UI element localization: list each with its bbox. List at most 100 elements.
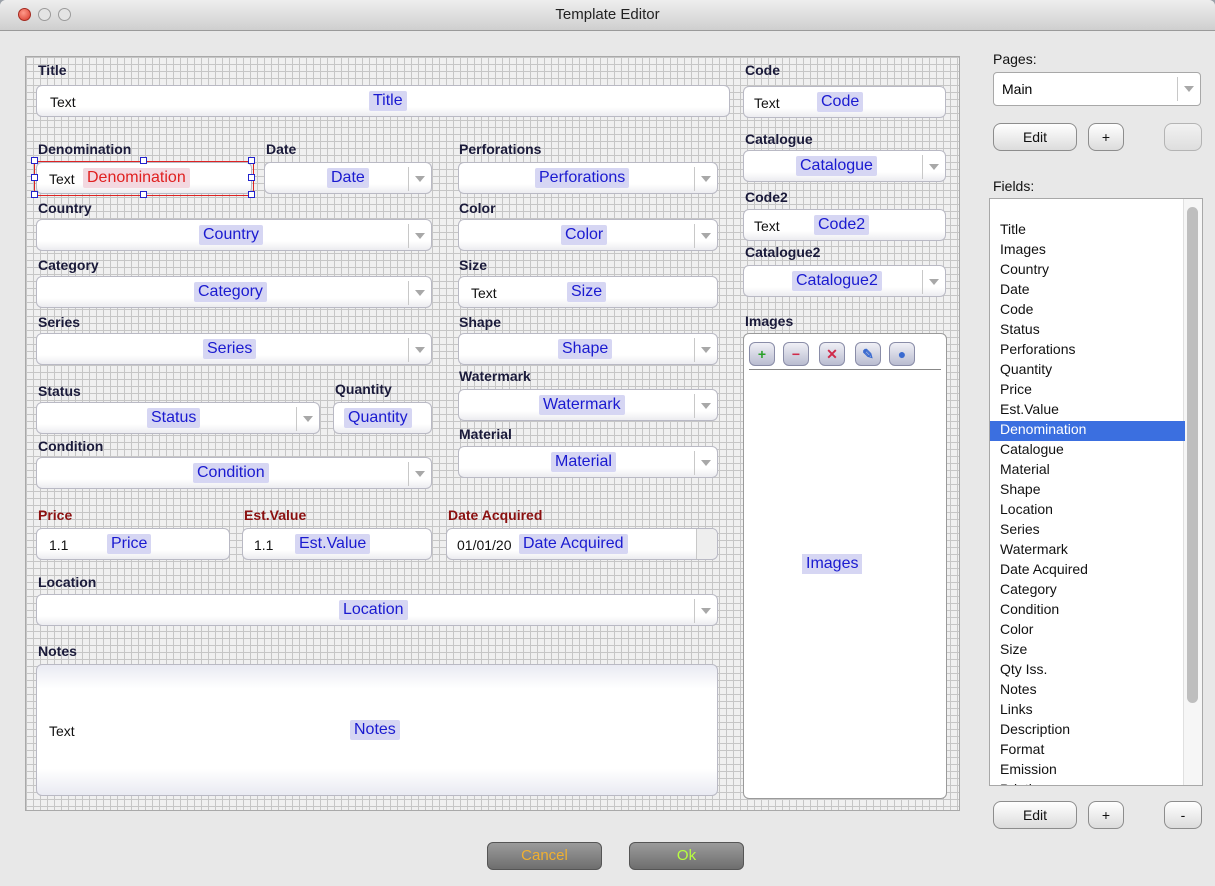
field-est-value[interactable]: 1.1 Est.Value xyxy=(242,528,432,560)
fields-list-item[interactable]: Links xyxy=(1000,701,1033,721)
resize-handle-tl[interactable] xyxy=(31,157,38,164)
resize-handle-bl[interactable] xyxy=(31,191,38,198)
field-material[interactable]: Material xyxy=(458,446,718,478)
delete-icon[interactable]: ✕ xyxy=(819,342,845,366)
label-perforations: Perforations xyxy=(459,141,542,157)
fields-list-item[interactable]: Status xyxy=(1000,321,1040,341)
resize-handle-br[interactable] xyxy=(248,191,255,198)
field-size[interactable]: Text Size xyxy=(458,276,718,308)
fields-list[interactable]: Title Images Country Date Code Status Perforat… xyxy=(989,198,1203,786)
fields-list-item[interactable]: Date xyxy=(1000,281,1030,301)
fields-list-item[interactable]: Code xyxy=(1000,301,1033,321)
resize-handle-b[interactable] xyxy=(140,191,147,198)
field-series[interactable]: Series xyxy=(36,333,432,365)
field-category[interactable]: Category xyxy=(36,276,432,308)
field-perforations[interactable]: Perforations xyxy=(458,162,718,194)
field-status[interactable]: Status xyxy=(36,402,320,434)
catalogue-dropdown-icon[interactable] xyxy=(922,155,945,179)
fields-list-item[interactable]: Location xyxy=(1000,501,1053,521)
info-icon[interactable]: ● xyxy=(889,342,915,366)
status-dropdown-icon[interactable] xyxy=(296,407,319,431)
fields-edit-button[interactable]: Edit xyxy=(993,801,1077,829)
fields-list-item[interactable]: Condition xyxy=(1000,601,1059,621)
fields-list-item[interactable]: Category xyxy=(1000,581,1057,601)
fields-add-button[interactable]: + xyxy=(1088,801,1124,829)
resize-handle-r[interactable] xyxy=(248,174,255,181)
fields-list-item[interactable]: Color xyxy=(1000,621,1033,641)
images-panel[interactable]: + − ✕ ✎ ● Images xyxy=(743,333,947,799)
color-dropdown-icon[interactable] xyxy=(694,224,717,248)
fields-list-item[interactable]: Images xyxy=(1000,241,1046,261)
fields-list-item[interactable]: Notes xyxy=(1000,681,1037,701)
remove-icon[interactable]: − xyxy=(783,342,809,366)
fields-list-item[interactable]: Country xyxy=(1000,261,1049,281)
cancel-button[interactable]: Cancel xyxy=(487,842,602,870)
resize-handle-l[interactable] xyxy=(31,174,38,181)
series-dropdown-icon[interactable] xyxy=(408,338,431,362)
fields-list-item[interactable]: Catalogue xyxy=(1000,441,1064,461)
pages-dropdown-icon[interactable] xyxy=(1177,77,1200,101)
fields-list-item[interactable]: Format xyxy=(1000,741,1044,761)
field-color[interactable]: Color xyxy=(458,219,718,251)
field-notes[interactable]: Text Notes xyxy=(36,664,718,796)
field-shape-placeholder: Shape xyxy=(558,339,613,359)
fields-list-item[interactable]: Price xyxy=(1000,381,1032,401)
pages-add-button[interactable]: + xyxy=(1088,123,1124,151)
country-dropdown-icon[interactable] xyxy=(408,224,431,248)
material-dropdown-icon[interactable] xyxy=(694,451,717,475)
pages-remove-button[interactable]: - xyxy=(1164,123,1202,151)
date-dropdown-icon[interactable] xyxy=(408,167,431,191)
label-code: Code xyxy=(745,62,780,78)
resize-handle-t[interactable] xyxy=(140,157,147,164)
catalogue2-dropdown-icon[interactable] xyxy=(922,270,945,294)
fields-list-item[interactable]: Perforations xyxy=(1000,341,1075,361)
fields-list-item[interactable]: Series xyxy=(1000,521,1040,541)
field-code2[interactable]: Text Code2 xyxy=(743,209,946,241)
fields-list-item[interactable]: Title xyxy=(1000,221,1026,241)
fields-scrollbar[interactable] xyxy=(1183,199,1202,785)
fields-list-item[interactable]: Date Acquired xyxy=(1000,561,1088,581)
fields-list-item[interactable]: Description xyxy=(1000,721,1070,741)
field-country[interactable]: Country xyxy=(36,219,432,251)
shape-dropdown-icon[interactable] xyxy=(694,338,717,362)
field-date[interactable]: Date xyxy=(264,162,432,194)
field-price[interactable]: 1.1 Price xyxy=(36,528,230,560)
fields-list-item[interactable]: Material xyxy=(1000,461,1050,481)
fields-list-item[interactable]: Shape xyxy=(1000,481,1040,501)
field-code[interactable]: Text Code xyxy=(743,86,946,118)
fields-remove-button[interactable]: - xyxy=(1164,801,1202,829)
field-location[interactable]: Location xyxy=(36,594,718,626)
field-title[interactable]: Text Title xyxy=(36,85,730,117)
label-shape: Shape xyxy=(459,314,502,330)
fields-list-item[interactable]: Printing xyxy=(1000,781,1047,785)
fields-list-item[interactable]: Qty Iss. xyxy=(1000,661,1047,681)
fields-scroll-thumb[interactable] xyxy=(1187,207,1198,703)
fields-list-item[interactable]: Size xyxy=(1000,641,1027,661)
add-icon[interactable]: + xyxy=(749,342,775,366)
field-catalogue2[interactable]: Catalogue2 xyxy=(743,265,946,297)
perforations-dropdown-icon[interactable] xyxy=(694,167,717,191)
pages-edit-button[interactable]: Edit xyxy=(993,123,1077,151)
field-condition[interactable]: Condition xyxy=(36,457,432,489)
field-quantity[interactable]: Quantity xyxy=(333,402,432,434)
field-watermark[interactable]: Watermark xyxy=(458,389,718,421)
fields-list-item[interactable]: Denomination xyxy=(990,421,1185,441)
watermark-dropdown-icon[interactable] xyxy=(694,394,717,418)
field-date-acquired[interactable]: 01/01/20 Date Acquired xyxy=(446,528,718,560)
fields-list-item[interactable]: Quantity xyxy=(1000,361,1052,381)
field-catalogue[interactable]: Catalogue xyxy=(743,150,946,182)
ok-button[interactable]: Ok xyxy=(629,842,744,870)
fields-list-item[interactable]: Emission xyxy=(1000,761,1057,781)
edit-icon[interactable]: ✎ xyxy=(855,342,881,366)
label-date-acquired: Date Acquired xyxy=(448,507,543,523)
pages-select[interactable]: Main xyxy=(993,72,1201,106)
fields-list-item[interactable]: Est.Value xyxy=(1000,401,1059,421)
label-notes: Notes xyxy=(38,643,77,659)
condition-dropdown-icon[interactable] xyxy=(408,462,431,486)
resize-handle-tr[interactable] xyxy=(248,157,255,164)
fields-list-item[interactable]: Watermark xyxy=(1000,541,1068,561)
location-dropdown-icon[interactable] xyxy=(694,599,717,623)
field-shape[interactable]: Shape xyxy=(458,333,718,365)
date-picker-button[interactable] xyxy=(696,529,717,559)
category-dropdown-icon[interactable] xyxy=(408,281,431,305)
